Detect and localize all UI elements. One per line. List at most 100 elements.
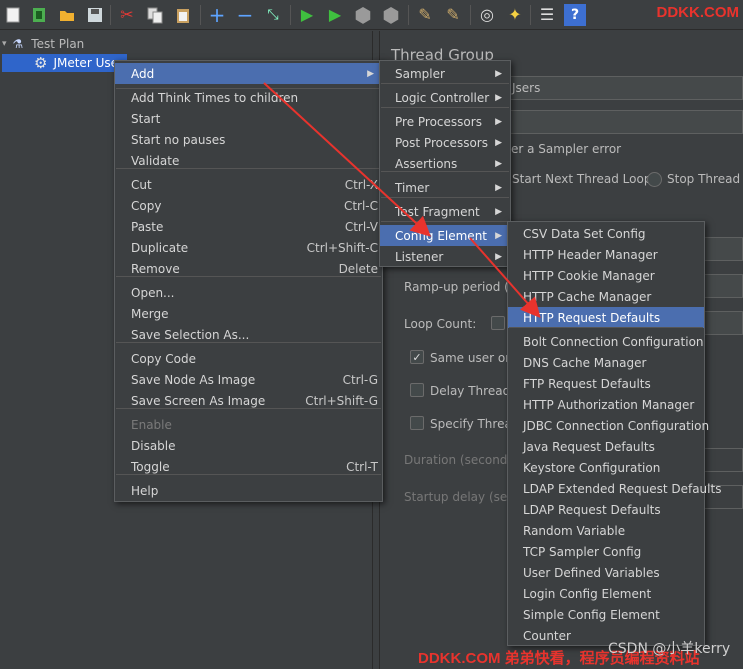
menu-item-start-no-pauses[interactable]: Start no pauses	[115, 129, 382, 150]
stop-thread-label[interactable]: Stop Thread	[667, 172, 740, 186]
submenu-item-pre-processors[interactable]: Pre Processors ▶	[380, 111, 510, 132]
config-item-bolt-connection-configuration[interactable]: Bolt Connection Configuration	[508, 331, 704, 352]
expand-icon[interactable]: +	[206, 4, 228, 26]
config-item-csv-data-set-config[interactable]: CSV Data Set Config	[508, 223, 704, 244]
config-item-keystore-configuration[interactable]: Keystore Configuration	[508, 457, 704, 478]
config-item-user-defined-variables[interactable]: User Defined Variables	[508, 562, 704, 583]
collapse-icon[interactable]: −	[234, 4, 256, 26]
tree-node-test-plan[interactable]: ▾ ⚗ Test Plan	[0, 35, 370, 53]
menu-item-merge[interactable]: Merge	[115, 303, 382, 324]
submenu-item-config-element[interactable]: Config Element ▶	[380, 225, 510, 246]
config-item-http-authorization-manager[interactable]: HTTP Authorization Manager	[508, 394, 704, 415]
menu-item-label: Duplicate	[131, 240, 189, 255]
tree-node-label: Test Plan	[31, 37, 85, 51]
chevron-down-icon[interactable]: ▾	[2, 39, 7, 49]
submenu-item-test-fragment[interactable]: Test Fragment ▶	[380, 201, 510, 222]
menu-item-help[interactable]: Help	[115, 480, 382, 501]
function-helper-icon[interactable]: ☰	[536, 4, 558, 26]
copy-icon[interactable]	[144, 4, 166, 26]
menu-item-enable[interactable]: Enable	[115, 414, 382, 435]
stop-thread-radio[interactable]	[647, 172, 662, 187]
menu-item-copy[interactable]: Copy Ctrl-C	[115, 195, 382, 216]
menu-item-open[interactable]: Open...	[115, 282, 382, 303]
open-icon[interactable]	[56, 4, 78, 26]
menu-item-label: Random Variable	[523, 523, 626, 538]
submenu-item-timer[interactable]: Timer ▶	[380, 177, 510, 198]
config-item-dns-cache-manager[interactable]: DNS Cache Manager	[508, 352, 704, 373]
stop-icon[interactable]: ⬢	[352, 4, 374, 26]
help-icon[interactable]: ?	[564, 4, 586, 26]
menu-item-disable[interactable]: Disable	[115, 435, 382, 456]
menu-item-label: TCP Sampler Config	[523, 544, 642, 559]
clear-all-icon[interactable]: ✎	[442, 4, 464, 26]
config-item-login-config-element[interactable]: Login Config Element	[508, 583, 704, 604]
config-item-ldap-extended-request-defaults[interactable]: LDAP Extended Request Defaults	[508, 478, 721, 499]
menu-item-cut[interactable]: Cut Ctrl-X	[115, 174, 382, 195]
menu-item-paste[interactable]: Paste Ctrl-V	[115, 216, 382, 237]
same-user-checkbox[interactable]: ✓	[410, 350, 424, 364]
menu-item-label: FTP Request Defaults	[523, 376, 651, 391]
menu-item-label: Timer	[395, 180, 430, 195]
submenu-item-listener[interactable]: Listener ▶	[380, 246, 510, 267]
menu-item-label: Post Processors	[395, 135, 488, 150]
menu-item-label: Remove	[131, 261, 180, 276]
reset-search-icon[interactable]: ✦	[504, 4, 526, 26]
config-item-ldap-request-defaults[interactable]: LDAP Request Defaults	[508, 499, 704, 520]
submenu-item-logic-controller[interactable]: Logic Controller ▶	[380, 87, 510, 108]
clear-icon[interactable]: ✎	[414, 4, 436, 26]
menu-item-add-think-times-to-children[interactable]: Add Think Times to children	[115, 87, 382, 108]
delay-thread-checkbox[interactable]	[410, 383, 424, 397]
config-item-jdbc-connection-configuration[interactable]: JDBC Connection Configuration	[508, 415, 709, 436]
menu-item-copy-code[interactable]: Copy Code	[115, 348, 382, 369]
menu-item-start[interactable]: Start	[115, 108, 382, 129]
menu-item-label: Start no pauses	[131, 132, 226, 147]
search-icon[interactable]: ◎	[476, 4, 498, 26]
config-item-http-header-manager[interactable]: HTTP Header Manager	[508, 244, 704, 265]
config-item-simple-config-element[interactable]: Simple Config Element	[508, 604, 704, 625]
submenu-item-sampler[interactable]: Sampler ▶	[380, 63, 510, 84]
menu-separator	[381, 83, 509, 84]
config-item-tcp-sampler-config[interactable]: TCP Sampler Config	[508, 541, 704, 562]
menu-separator	[509, 327, 703, 328]
save-icon[interactable]	[84, 4, 106, 26]
paste-icon[interactable]	[172, 4, 194, 26]
menu-item-label: Keystore Configuration	[523, 460, 661, 475]
name-field[interactable]: Jsers	[507, 76, 743, 100]
menu-item-duplicate[interactable]: Duplicate Ctrl+Shift-C	[115, 237, 382, 258]
menu-item-label: Test Fragment	[395, 204, 480, 219]
tree-node-thread-group[interactable]: ⚙ JMeter Use	[2, 54, 127, 72]
menu-item-label: Enable	[131, 417, 172, 432]
comments-field[interactable]	[507, 110, 743, 134]
config-item-http-request-defaults[interactable]: HTTP Request Defaults	[508, 307, 704, 328]
startup-delay-label: Startup delay (seco	[404, 490, 522, 504]
templates-icon[interactable]	[28, 4, 50, 26]
duration-label: Duration (seconds)	[404, 453, 519, 467]
toggle-icon[interactable]: ⤡	[262, 4, 284, 26]
cut-icon[interactable]: ✂	[116, 4, 138, 26]
config-item-ftp-request-defaults[interactable]: FTP Request Defaults	[508, 373, 704, 394]
menu-separator	[381, 107, 509, 108]
new-icon[interactable]	[2, 4, 24, 26]
menu-separator	[116, 276, 381, 277]
loop-count-label: Loop Count:	[404, 317, 477, 331]
menu-item-label: Open...	[131, 285, 175, 300]
start-no-pauses-icon[interactable]: ▶	[324, 4, 346, 26]
menu-item-save-node-as-image[interactable]: Save Node As Image Ctrl-G	[115, 369, 382, 390]
config-item-http-cookie-manager[interactable]: HTTP Cookie Manager	[508, 265, 704, 286]
specify-lifetime-checkbox[interactable]	[410, 416, 424, 430]
start-next-thread-loop-label[interactable]: Start Next Thread Loop	[512, 172, 651, 186]
submenu-item-post-processors[interactable]: Post Processors ▶	[380, 132, 510, 153]
chevron-right-icon: ▶	[367, 68, 374, 79]
config-item-random-variable[interactable]: Random Variable	[508, 520, 704, 541]
start-icon[interactable]: ▶	[296, 4, 318, 26]
menu-item-add[interactable]: Add ▶	[115, 63, 382, 84]
menu-separator	[116, 474, 381, 475]
config-item-java-request-defaults[interactable]: Java Request Defaults	[508, 436, 704, 457]
menu-item-label: Paste	[131, 219, 164, 234]
add-submenu: Sampler ▶ Logic Controller ▶ Pre Processors ▶…	[379, 60, 511, 267]
config-item-http-cache-manager[interactable]: HTTP Cache Manager	[508, 286, 704, 307]
shutdown-icon[interactable]: ⬢	[380, 4, 402, 26]
menu-item-label: HTTP Cookie Manager	[523, 268, 655, 283]
infinite-checkbox[interactable]	[491, 316, 505, 330]
config-element-submenu: CSV Data Set Config HTTP Header Manager HT…	[507, 221, 721, 646]
